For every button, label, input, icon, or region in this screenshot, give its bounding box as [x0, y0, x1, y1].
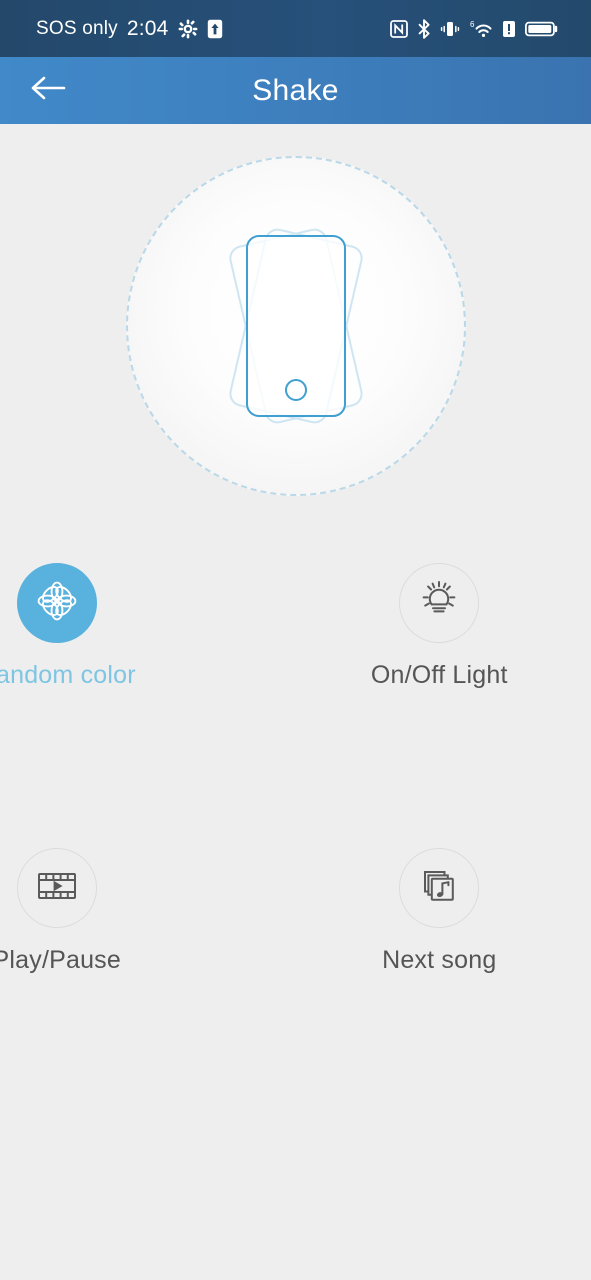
bluetooth-icon: [417, 18, 431, 39]
shake-illustration: [0, 146, 591, 506]
action-row-2: Play/Pause Next song: [0, 848, 591, 975]
alert-icon: [502, 20, 516, 38]
phone-home-button-icon: [284, 379, 307, 401]
action-row-1: Random color: [0, 563, 591, 690]
nfc-icon: [390, 19, 408, 38]
music-note-stack-icon: [416, 863, 462, 914]
on-off-light-circle[interactable]: [399, 563, 480, 643]
vibrate-icon: [440, 19, 460, 39]
status-bar-right: 6: [390, 18, 573, 39]
wifi-icon: 6: [469, 19, 493, 39]
app-header: Shake: [0, 57, 591, 124]
upload-arrow-icon: [207, 19, 223, 39]
svg-text:6: 6: [470, 20, 475, 29]
lightbulb-icon: [416, 578, 462, 629]
dashed-circle: [125, 156, 466, 496]
action-label: Random color: [0, 661, 136, 689]
action-label: Play/Pause: [0, 946, 121, 974]
arrow-left-icon: [28, 73, 68, 108]
action-play-pause[interactable]: Play/Pause: [0, 848, 205, 975]
clock-label: 2:04: [126, 16, 169, 40]
action-random-color[interactable]: Random color: [0, 563, 205, 690]
random-color-circle[interactable]: [16, 563, 97, 643]
shake-screen: SOS only 2:04 6 Shake andom color On/Off…: [0, 0, 591, 1280]
shaking-phone-icon: [196, 216, 396, 436]
status-bar: SOS only 2:04 6: [0, 0, 591, 57]
back-button[interactable]: [22, 65, 74, 117]
gear-icon: [178, 19, 198, 39]
phone-outline: [245, 235, 346, 417]
action-next-song[interactable]: Next song: [292, 848, 588, 975]
action-label: On/Off Light: [370, 661, 508, 689]
play-pause-circle[interactable]: [16, 848, 97, 928]
battery-icon: [525, 20, 559, 38]
next-song-circle[interactable]: [399, 848, 480, 928]
carrier-label: SOS only: [36, 17, 118, 39]
shake-action-grid: Random color: [0, 563, 591, 975]
page-title: Shake: [252, 73, 339, 107]
status-bar-left: SOS only 2:04: [36, 17, 223, 41]
action-on-off-light[interactable]: On/Off Light: [292, 563, 588, 690]
flower-icon: [34, 578, 80, 629]
film-play-icon: [34, 863, 80, 914]
action-label: Next song: [382, 946, 497, 974]
